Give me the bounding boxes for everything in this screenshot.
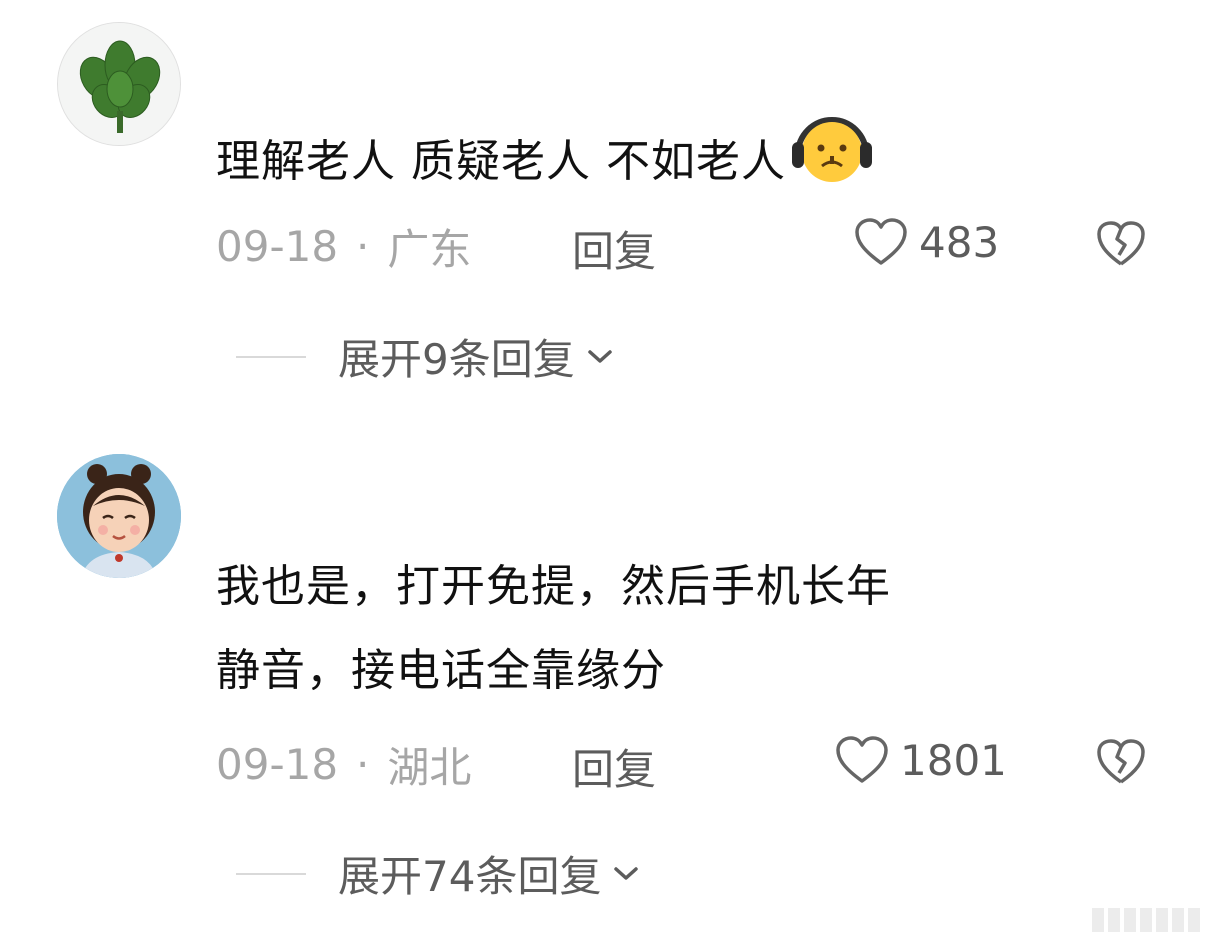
chevron-down-icon (587, 349, 612, 363)
expand-replies-label: 展开9条回复 (338, 335, 575, 384)
expand-replies-button[interactable]: 展开74条回复 (236, 843, 639, 904)
comment-text: 理解老人 质疑老人 不如老人 (216, 112, 876, 204)
meta-separator: · (356, 739, 370, 789)
reply-button[interactable]: 回复 (572, 736, 656, 797)
like-count: 1801 (900, 735, 1007, 785)
watermark-bar (1188, 908, 1200, 932)
expand-replies-button[interactable]: 展开9条回复 (236, 326, 613, 387)
reply-button[interactable]: 回复 (572, 218, 656, 279)
avatar[interactable] (57, 454, 181, 578)
heart-icon (836, 736, 888, 783)
heart-icon (855, 218, 907, 265)
comment-date: 09-18 (216, 221, 339, 271)
watermark-bar (1172, 908, 1184, 932)
like-button[interactable]: 483 (853, 216, 999, 268)
meta-separator: · (356, 221, 370, 271)
cartoon-girl-icon (57, 454, 181, 578)
watermark-bar (1156, 908, 1168, 932)
comment-meta: 09-18 · 广东 (216, 216, 471, 276)
divider-line (236, 355, 306, 358)
comment-text-line: 我也是，打开免提，然后手机长年 (216, 561, 891, 612)
broken-heart-icon (1097, 221, 1145, 266)
expand-replies-label: 展开74条回复 (338, 852, 602, 901)
watermark-bar (1124, 908, 1136, 932)
watermark-bar (1092, 908, 1104, 932)
comment-location: 湖北 (387, 742, 472, 792)
watermark-bar (1140, 908, 1152, 932)
comment-meta: 09-18 · 湖北 (216, 734, 471, 794)
dislike-button[interactable] (1095, 219, 1147, 273)
comment-location: 广东 (387, 224, 472, 274)
comment-text-line: 静音，接电话全靠缘分 (216, 645, 666, 696)
comment-date: 09-18 (216, 739, 339, 789)
dislike-button[interactable] (1095, 737, 1147, 791)
broken-heart-icon (1097, 739, 1145, 784)
headphones-grumpy-face-emoji-icon (791, 117, 872, 182)
divider-line (236, 872, 306, 875)
like-button[interactable]: 1801 (834, 734, 1007, 786)
chevron-down-icon (614, 866, 639, 880)
comment-text-line: 理解老人 质疑老人 不如老人 (216, 136, 786, 187)
like-count: 483 (919, 217, 1000, 267)
watermark-bars (1092, 908, 1200, 932)
comment-text: 我也是，打开免提，然后手机长年 静音，接电话全靠缘分 (216, 545, 891, 713)
plant-leaves-icon (58, 23, 180, 145)
avatar[interactable] (57, 22, 181, 146)
watermark-bar (1108, 908, 1120, 932)
